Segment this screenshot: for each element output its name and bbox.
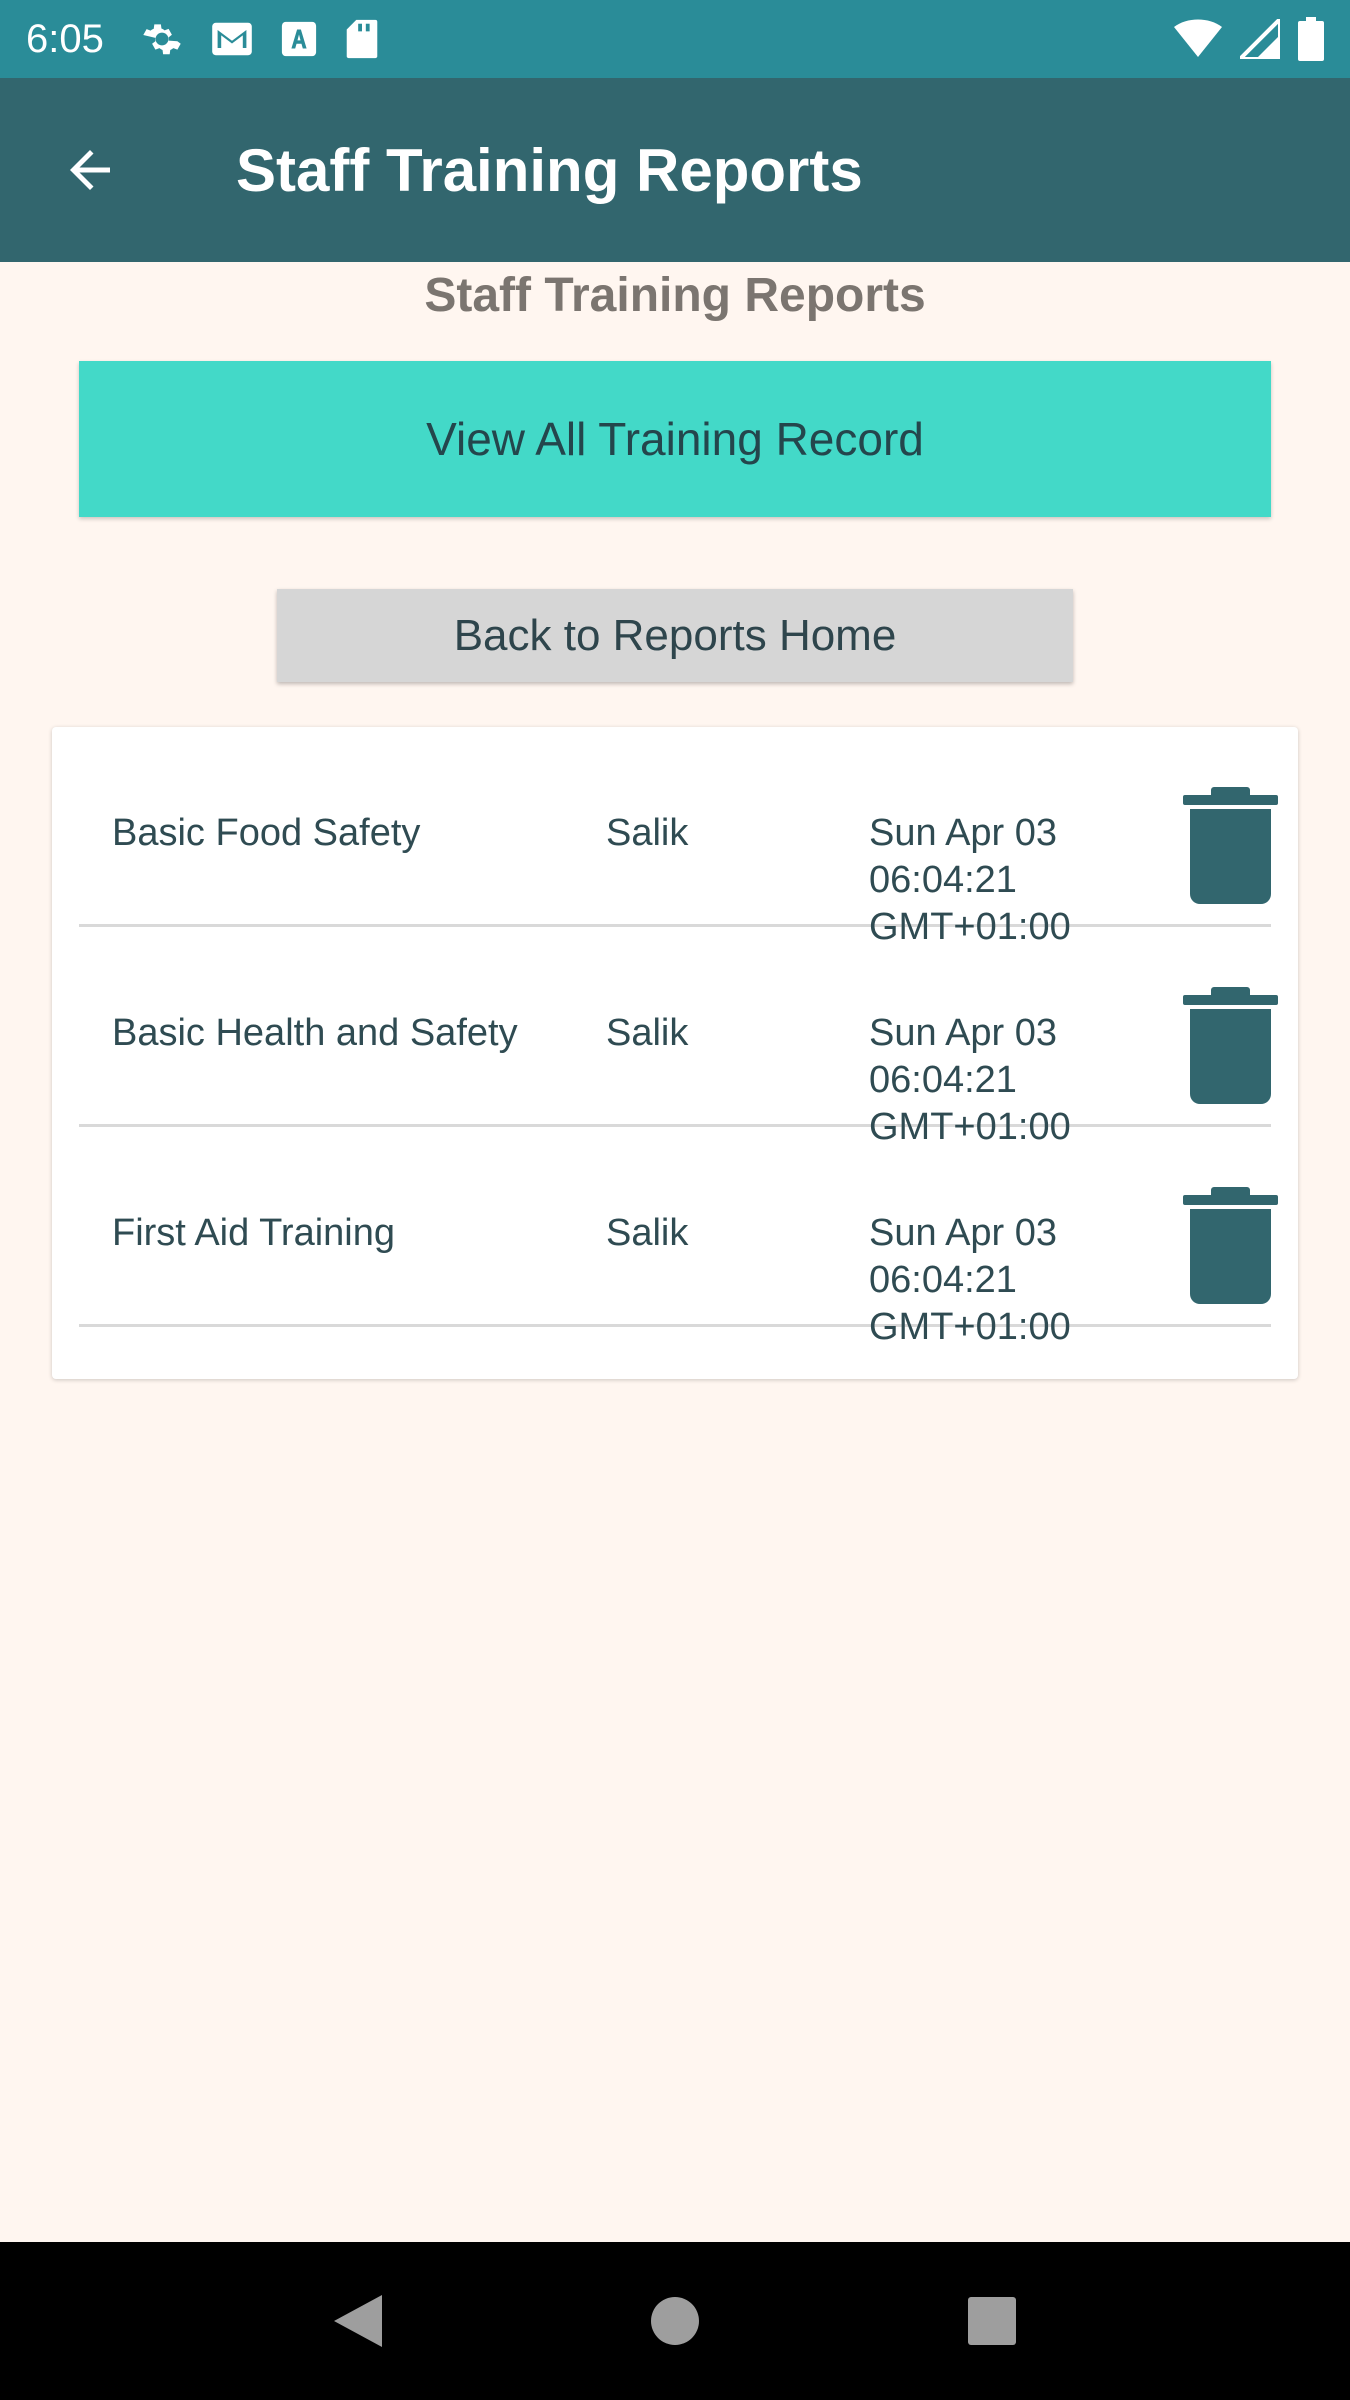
navigation-bar bbox=[0, 2242, 1350, 2400]
arrow-back-icon bbox=[70, 150, 110, 190]
trash-icon bbox=[1183, 987, 1278, 1104]
nav-home-button[interactable] bbox=[635, 2281, 715, 2361]
status-icons-left bbox=[140, 17, 380, 61]
record-date: Sun Apr 03 06:04:21 GMT+01:00 bbox=[869, 1212, 1071, 1348]
sd-card-icon bbox=[346, 19, 378, 59]
status-time: 6:05 bbox=[26, 16, 104, 61]
training-record-row: Basic Health and Safety Salik Sun Apr 03… bbox=[79, 927, 1278, 1148]
record-staff: Salik bbox=[606, 1012, 689, 1054]
gmail-icon bbox=[212, 22, 252, 56]
delete-button[interactable] bbox=[1183, 1187, 1278, 1307]
nav-recents-button[interactable] bbox=[952, 2281, 1032, 2361]
a-icon bbox=[281, 21, 316, 57]
back-button[interactable] bbox=[0, 78, 180, 262]
back-to-reports-home-button[interactable]: Back to Reports Home bbox=[277, 589, 1073, 682]
nav-home-icon bbox=[650, 2297, 699, 2345]
training-record-row: Basic Food Safety Salik Sun Apr 03 06:04… bbox=[79, 727, 1278, 948]
trash-icon bbox=[1183, 787, 1278, 904]
wifi-icon bbox=[1174, 19, 1222, 57]
delete-button[interactable] bbox=[1183, 987, 1278, 1107]
status-bar: 6:05 bbox=[0, 0, 1350, 78]
record-course: First Aid Training bbox=[112, 1212, 395, 1254]
signal-icon bbox=[1240, 19, 1280, 59]
nav-recents-icon bbox=[967, 2297, 1016, 2345]
training-records-list: Basic Food Safety Salik Sun Apr 03 06:04… bbox=[52, 727, 1298, 1379]
nav-back-button[interactable] bbox=[318, 2281, 398, 2361]
page-heading: Staff Training Reports bbox=[424, 269, 926, 322]
record-staff: Salik bbox=[606, 1212, 689, 1254]
training-record-row: First Aid Training Salik Sun Apr 03 06:0… bbox=[79, 1127, 1278, 1348]
app-bar: Staff Training Reports bbox=[0, 78, 1350, 262]
record-course: Basic Food Safety bbox=[112, 812, 421, 854]
battery-icon bbox=[1298, 17, 1324, 61]
record-course: Basic Health and Safety bbox=[112, 1012, 518, 1054]
record-staff: Salik bbox=[606, 812, 689, 854]
settings-icon bbox=[143, 24, 181, 55]
nav-back-icon bbox=[334, 2295, 383, 2347]
delete-button[interactable] bbox=[1183, 787, 1278, 907]
trash-icon bbox=[1183, 1187, 1278, 1304]
status-icons-right bbox=[1174, 17, 1324, 61]
view-all-training-record-button[interactable]: View All Training Record bbox=[79, 361, 1271, 517]
app-title: Staff Training Reports bbox=[236, 136, 863, 204]
